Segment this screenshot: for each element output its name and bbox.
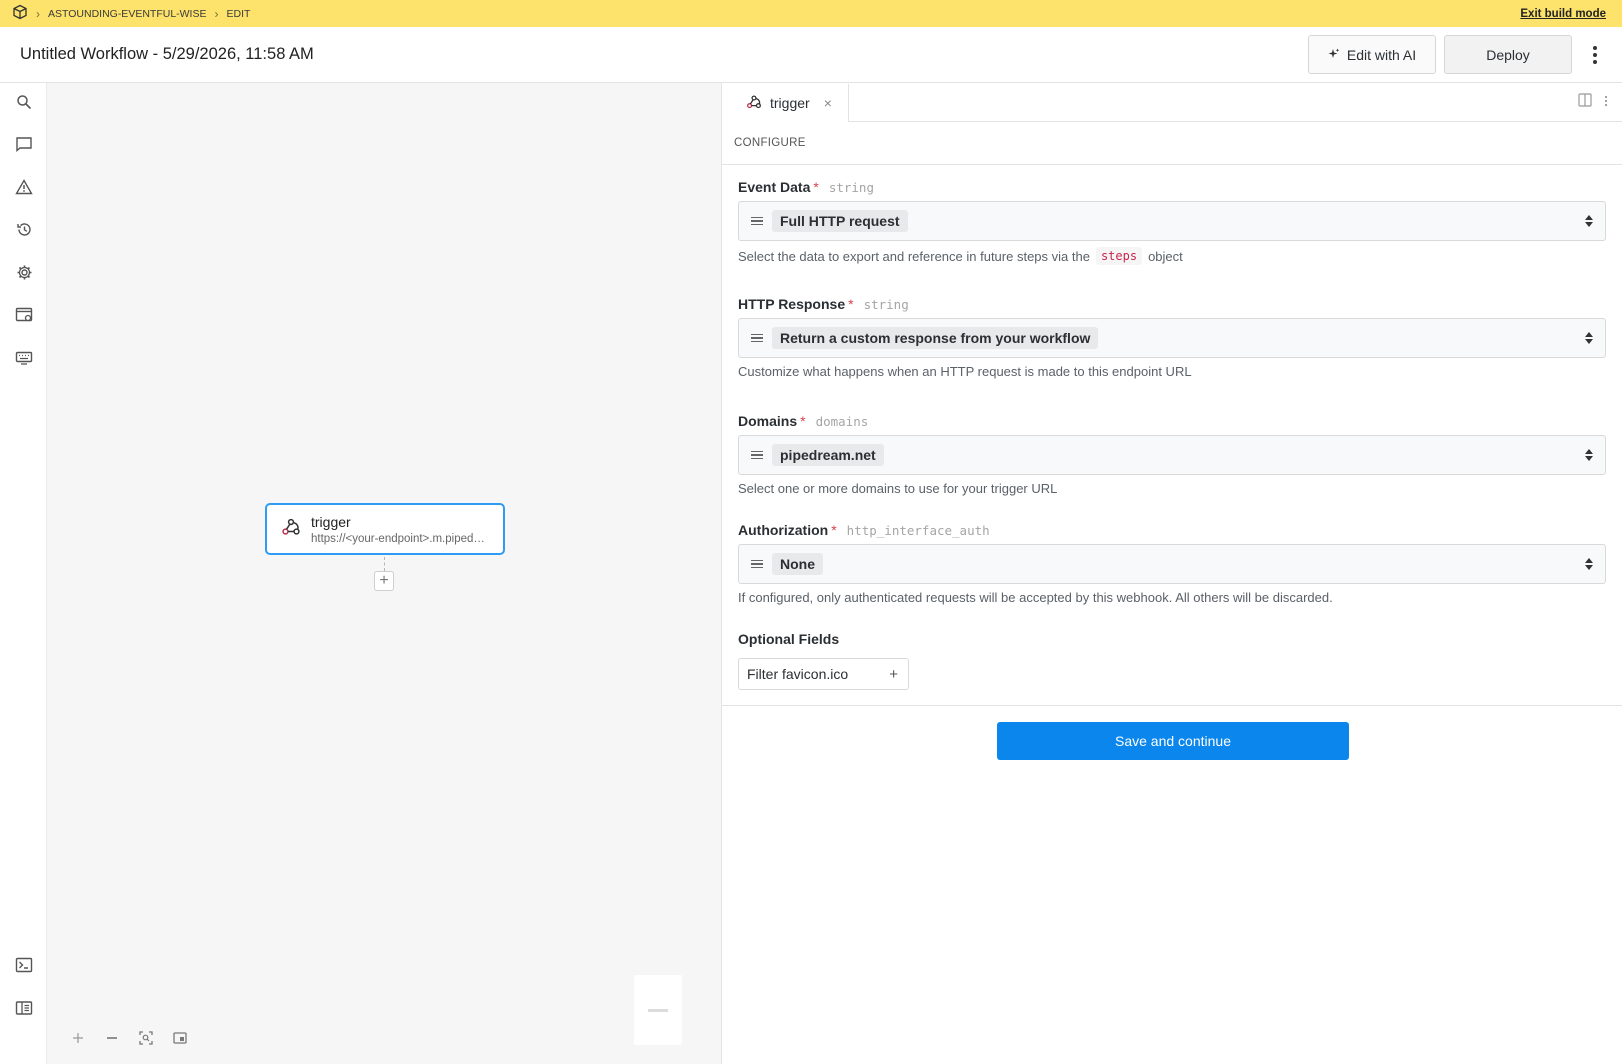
help-text: object xyxy=(1148,248,1183,264)
history-icon[interactable] xyxy=(13,218,35,240)
workflow-header: Untitled Workflow - 5/29/2026, 11:58 AM … xyxy=(0,27,1622,83)
split-view-icon[interactable] xyxy=(1578,93,1592,112)
exit-build-mode-link[interactable]: Exit build mode xyxy=(1520,8,1606,20)
selected-value: None xyxy=(772,553,823,575)
field-label: Domains xyxy=(738,413,798,429)
trigger-node-url: https://<your-endpoint>.m.pipedream.net xyxy=(311,532,487,545)
tab-more-icon[interactable] xyxy=(1604,94,1608,112)
chevron-right-icon: › xyxy=(36,6,40,21)
event-data-select[interactable]: Full HTTP request xyxy=(738,201,1606,241)
required-marker: * xyxy=(848,296,854,312)
list-icon xyxy=(751,333,763,343)
minimap-toggle-icon[interactable] xyxy=(169,1027,191,1049)
tab-trigger-label: trigger xyxy=(770,95,810,111)
chevron-right-icon: › xyxy=(214,6,219,21)
list-icon xyxy=(751,450,763,460)
field-type: http_interface_auth xyxy=(846,523,990,538)
sparkle-icon xyxy=(1328,47,1340,63)
required-marker: * xyxy=(813,179,819,195)
sort-arrows-icon xyxy=(1585,558,1593,570)
authorization-field: Authorization * http_interface_auth None… xyxy=(738,522,1606,605)
http-response-select[interactable]: Return a custom response from your workf… xyxy=(738,318,1606,358)
zoom-in-icon[interactable] xyxy=(67,1027,89,1049)
zoom-out-icon[interactable] xyxy=(101,1027,123,1049)
pipedream-logo-icon[interactable] xyxy=(12,4,28,23)
domains-select[interactable]: pipedream.net xyxy=(738,435,1606,475)
field-help: Select the data to export and reference … xyxy=(738,247,1606,265)
trigger-node-title: trigger xyxy=(311,513,351,530)
field-type: string xyxy=(828,180,874,195)
edit-with-ai-button[interactable]: Edit with AI xyxy=(1308,35,1436,74)
breadcrumb-project[interactable]: ASTOUNDING-EVENTFUL-WISE xyxy=(48,8,206,20)
close-icon[interactable]: × xyxy=(824,95,832,111)
authorization-select[interactable]: None xyxy=(738,544,1606,584)
http-response-field: HTTP Response * string Return a custom r… xyxy=(738,296,1606,379)
tab-trigger[interactable]: trigger × xyxy=(722,84,849,122)
selected-value: Full HTTP request xyxy=(772,210,908,232)
field-type: domains xyxy=(815,414,869,429)
workflow-title[interactable]: Untitled Workflow - 5/29/2026, 11:58 AM xyxy=(20,45,314,64)
gear-icon[interactable] xyxy=(13,261,35,283)
minimap[interactable] xyxy=(634,975,682,1045)
trigger-node[interactable]: trigger https://<your-endpoint>.m.pipedr… xyxy=(265,503,505,555)
help-text: Select the data to export and reference … xyxy=(738,248,1090,264)
required-marker: * xyxy=(800,413,806,429)
field-label: Event Data xyxy=(738,179,811,195)
list-icon xyxy=(751,216,763,226)
filter-favicon-button[interactable]: Filter favicon.ico + xyxy=(738,658,909,690)
configure-section-label: CONFIGURE xyxy=(722,122,1622,165)
save-and-continue-button[interactable]: Save and continue xyxy=(997,722,1349,760)
field-help: If configured, only authenticated reques… xyxy=(738,590,1333,605)
field-help: Select one or more domains to use for yo… xyxy=(738,481,1058,496)
selected-value: pipedream.net xyxy=(772,444,884,466)
list-icon xyxy=(751,559,763,569)
field-label: Authorization xyxy=(738,522,829,538)
event-data-field: Event Data * string Full HTTP request Se… xyxy=(738,179,1606,265)
sort-arrows-icon xyxy=(1585,332,1593,344)
webhook-icon xyxy=(746,94,762,113)
workflow-canvas[interactable]: trigger https://<your-endpoint>.m.pipedr… xyxy=(47,83,722,1064)
selected-value: Return a custom response from your workf… xyxy=(772,327,1099,349)
steps-code: steps xyxy=(1095,247,1143,265)
warning-icon[interactable] xyxy=(13,176,35,198)
keyboard-icon[interactable] xyxy=(13,347,35,369)
domains-field: Domains * domains pipedream.net Select o… xyxy=(738,413,1606,496)
panel-layout-icon[interactable] xyxy=(13,997,35,1019)
breadcrumb: › ASTOUNDING-EVENTFUL-WISE › EDIT xyxy=(12,4,250,23)
search-icon[interactable] xyxy=(13,91,35,113)
more-options-icon[interactable] xyxy=(1580,35,1610,74)
browser-settings-icon[interactable] xyxy=(13,304,35,326)
node-connector xyxy=(384,557,385,571)
panel-tabs: trigger × xyxy=(722,83,1622,122)
fit-view-icon[interactable] xyxy=(135,1027,157,1049)
step-config-panel: trigger × CONFIGURE Event Data * string … xyxy=(722,83,1622,1064)
required-marker: * xyxy=(831,522,837,538)
left-sidebar xyxy=(0,83,47,1064)
sort-arrows-icon xyxy=(1585,449,1593,461)
build-mode-bar: › ASTOUNDING-EVENTFUL-WISE › EDIT Exit b… xyxy=(0,0,1622,27)
field-label: HTTP Response xyxy=(738,296,846,312)
sort-arrows-icon xyxy=(1585,215,1593,227)
webhook-icon xyxy=(281,517,301,542)
field-type: string xyxy=(863,297,909,312)
edit-with-ai-label: Edit with AI xyxy=(1346,46,1417,63)
optional-fields-title: Optional Fields xyxy=(738,631,840,647)
plus-icon: + xyxy=(889,665,898,683)
comment-icon[interactable] xyxy=(13,133,35,155)
canvas-controls xyxy=(67,1027,191,1049)
filter-favicon-label: Filter favicon.ico xyxy=(747,666,849,682)
panel-divider xyxy=(722,705,1622,706)
breadcrumb-mode: EDIT xyxy=(226,7,251,20)
field-help: Customize what happens when an HTTP requ… xyxy=(738,364,1192,379)
deploy-button[interactable]: Deploy xyxy=(1444,35,1572,74)
add-step-button[interactable]: + xyxy=(374,571,394,591)
terminal-icon[interactable] xyxy=(13,954,35,976)
